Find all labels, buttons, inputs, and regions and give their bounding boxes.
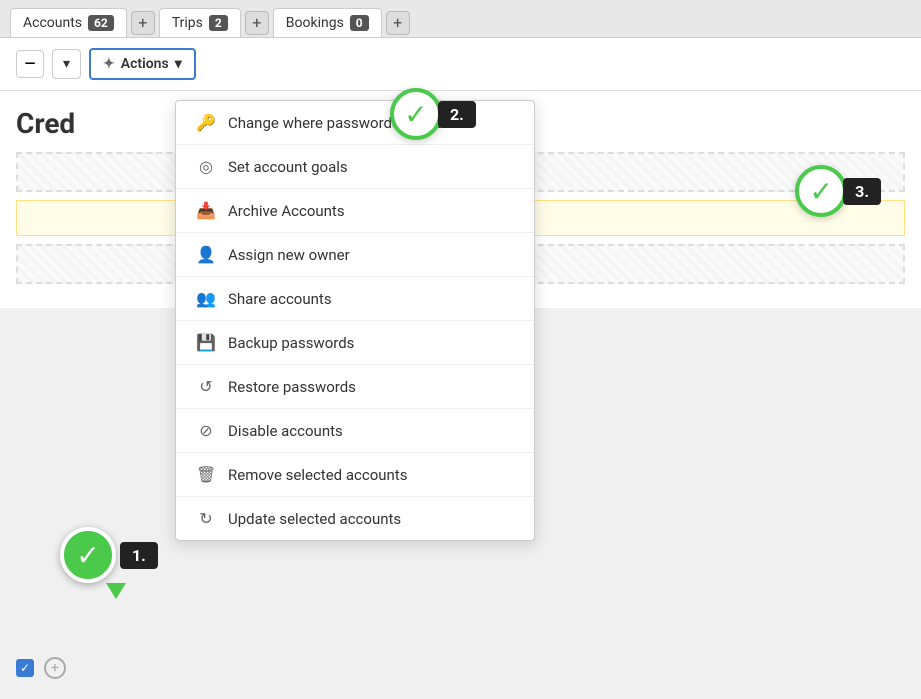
dropdown-item-disable-label: Disable accounts (228, 422, 343, 440)
tab-trips-label: Trips (172, 15, 203, 31)
actions-label: Actions (121, 56, 169, 72)
restore-icon: ↺ (196, 377, 216, 396)
dropdown-item-passwords[interactable]: 🔑 Change where passwords are stored (176, 101, 534, 145)
chevron-dropdown[interactable]: ▾ (52, 49, 81, 79)
actions-button[interactable]: ✦ Actions ▾ (89, 48, 196, 80)
step-1-checkmark: ✓ (76, 539, 99, 572)
tab-bookings-add[interactable]: + (386, 11, 410, 35)
add-row-button[interactable]: + (44, 657, 66, 679)
dropdown-item-archive-label: Archive Accounts (228, 202, 345, 220)
dropdown-item-update-label: Update selected accounts (228, 510, 401, 528)
dropdown-item-restore[interactable]: ↺ Restore passwords (176, 365, 534, 409)
dropdown-item-goals[interactable]: ◎ Set account goals (176, 145, 534, 189)
step-3-label: 3. (843, 178, 881, 205)
dropdown-item-update[interactable]: ↻ Update selected accounts (176, 497, 534, 540)
step-2-indicator: ✓ 2. (390, 88, 476, 140)
dropdown-item-share[interactable]: 👥 Share accounts (176, 277, 534, 321)
tab-accounts-label: Accounts (23, 15, 82, 31)
step-3-checkmark: ✓ (809, 175, 832, 208)
remove-icon: 🗑 (196, 465, 216, 484)
backup-icon: 💾 (196, 333, 216, 352)
dropdown-item-goals-label: Set account goals (228, 158, 348, 176)
disable-icon: ⊘ (196, 421, 216, 440)
key-icon: 🔑 (196, 113, 216, 132)
step-1-label: 1. (120, 542, 158, 569)
tab-trips-add[interactable]: + (245, 11, 269, 35)
tab-bookings-badge: 0 (350, 15, 369, 31)
step-2-label: 2. (438, 101, 476, 128)
share-icon: 👥 (196, 289, 216, 308)
step-3-indicator: ✓ 3. (795, 165, 881, 217)
dropdown-item-backup-label: Backup passwords (228, 334, 354, 352)
dropdown-item-remove[interactable]: 🗑 Remove selected accounts (176, 453, 534, 497)
tab-accounts-badge: 62 (88, 15, 114, 31)
dropdown-item-remove-label: Remove selected accounts (228, 466, 407, 484)
tab-bookings-label: Bookings (286, 15, 344, 31)
step-3-circle: ✓ (795, 165, 847, 217)
step-1-circle: ✓ (60, 527, 116, 583)
dropdown-item-owner-label: Assign new owner (228, 246, 350, 264)
select-all-checkbox[interactable]: — (16, 50, 44, 78)
actions-chevron-icon: ▾ (175, 56, 182, 72)
archive-icon: 📥 (196, 201, 216, 220)
update-icon: ↻ (196, 509, 216, 528)
step-1-tail (106, 583, 126, 599)
plus-icon: + (51, 660, 59, 676)
tab-bar: Accounts 62 + Trips 2 + Bookings 0 + (0, 0, 921, 38)
cursor-icon: ✦ (103, 56, 115, 72)
dropdown-item-archive[interactable]: 📥 Archive Accounts (176, 189, 534, 233)
dropdown-item-owner[interactable]: 👤 Assign new owner (176, 233, 534, 277)
tab-trips[interactable]: Trips 2 (159, 8, 241, 37)
dropdown-item-share-label: Share accounts (228, 290, 332, 308)
dropdown-item-backup[interactable]: 💾 Backup passwords (176, 321, 534, 365)
actions-dropdown: 🔑 Change where passwords are stored ◎ Se… (175, 100, 535, 541)
tab-trips-badge: 2 (209, 15, 228, 31)
dropdown-item-restore-label: Restore passwords (228, 378, 356, 396)
toolbar: — ▾ ✦ Actions ▾ (0, 38, 921, 91)
chevron-down-icon: ▾ (63, 56, 70, 72)
tab-accounts[interactable]: Accounts 62 (10, 8, 127, 37)
minus-icon: — (25, 56, 36, 72)
tab-accounts-add[interactable]: + (131, 11, 155, 35)
goals-icon: ◎ (196, 157, 216, 176)
checkmark-icon: ✓ (20, 661, 30, 675)
dropdown-item-disable[interactable]: ⊘ Disable accounts (176, 409, 534, 453)
assign-icon: 👤 (196, 245, 216, 264)
bottom-checkbox[interactable]: ✓ (16, 659, 34, 677)
step-2-checkmark: ✓ (404, 98, 427, 131)
step-1-indicator: ✓ 1. (60, 527, 158, 599)
tab-bookings[interactable]: Bookings 0 (273, 8, 382, 37)
bottom-row: ✓ + (16, 657, 66, 679)
step-2-circle: ✓ (390, 88, 442, 140)
